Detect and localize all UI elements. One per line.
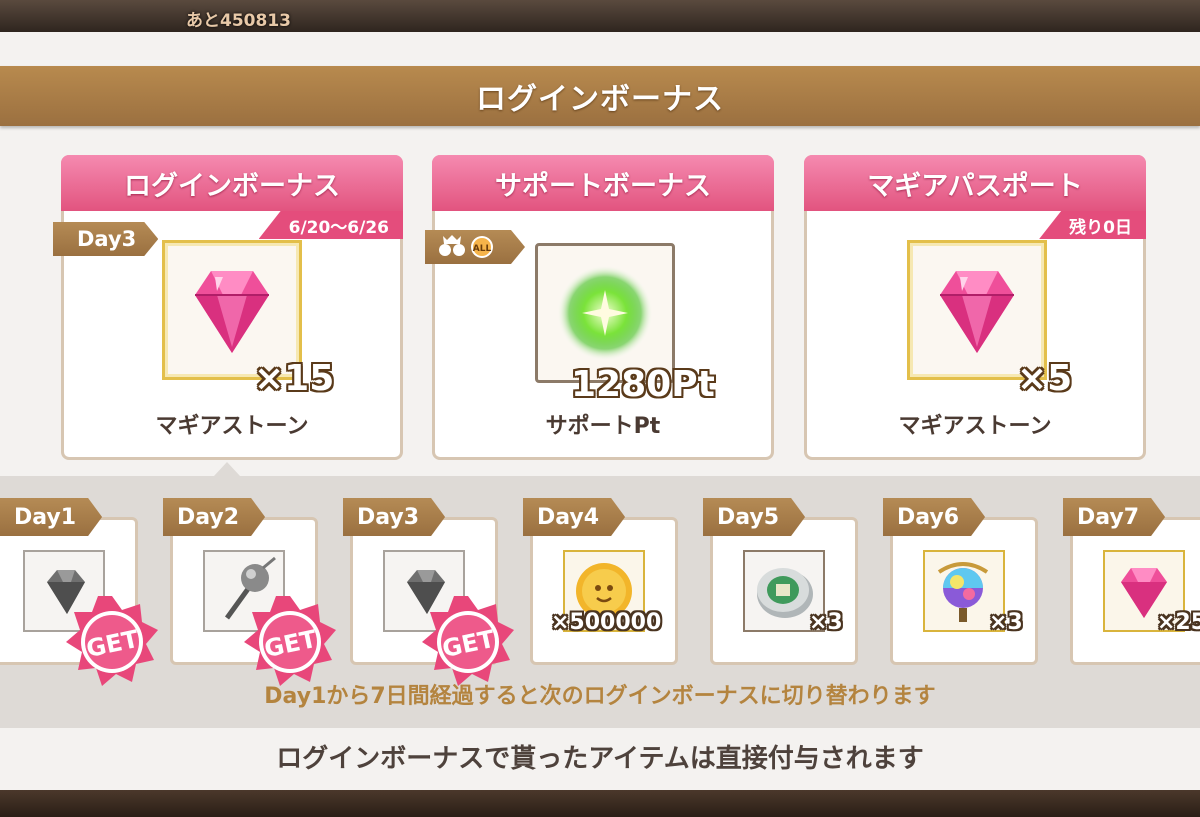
background-bottom: [0, 790, 1200, 817]
day-card-4[interactable]: ×500000: [530, 517, 678, 665]
day-quantity: ×3: [809, 610, 843, 635]
current-day-pointer: [214, 462, 240, 476]
card-header: ログインボーナス: [61, 155, 403, 211]
card-header: マギアパスポート: [804, 155, 1146, 211]
card-header-label: ログインボーナス: [124, 170, 340, 202]
magia-stone-icon: [940, 271, 1014, 353]
day-label-6: Day6: [883, 498, 985, 536]
day-quantity: ×500000: [551, 610, 662, 635]
title-bar: ログインボーナス: [0, 66, 1200, 126]
day-label-5: Day5: [703, 498, 805, 536]
login-bonus-card[interactable]: ログインボーナス 6/20〜6/26 ×15 マギアストーン: [61, 155, 403, 460]
direct-grant-notice: ログインボーナスで貰ったアイテムは直接付与されます: [276, 744, 924, 774]
background-top: あと450813: [0, 0, 1200, 34]
day-label-4: Day4: [523, 498, 625, 536]
day-quantity: ×25: [1157, 610, 1200, 635]
item-name: マギアストーン: [898, 414, 1052, 439]
reward-quantity: ×15: [254, 358, 335, 399]
card-header-label: マギアパスポート: [867, 170, 1083, 202]
get-stamp-icon: GET: [66, 596, 158, 686]
magia-passport-card[interactable]: マギアパスポート 残り0日 ×5 マギアストーン: [804, 155, 1146, 460]
reward-quantity: 1280Pt: [571, 364, 715, 405]
support-bonus-flag: ALL: [425, 230, 525, 264]
bonus-switch-notice: Day1から7日間経過すると次のログインボーナスに切り替わります: [264, 684, 936, 709]
page-title: ログインボーナス: [476, 82, 724, 117]
day-label-2: Day2: [163, 498, 265, 536]
day-label-3: Day3: [343, 498, 445, 536]
card-header-label: サポートボーナス: [495, 170, 711, 202]
all-badge-icon: ALL: [469, 234, 495, 260]
remaining-counter: あと450813: [186, 11, 291, 31]
period-tag: 6/20〜6/26: [258, 211, 403, 239]
day-card-6[interactable]: ×3: [890, 517, 1038, 665]
day-label-7: Day7: [1063, 498, 1165, 536]
card-header: サポートボーナス: [432, 155, 774, 211]
day-card-7[interactable]: ×25: [1070, 517, 1200, 665]
all-badge-text: ALL: [473, 244, 492, 254]
remaining-days-tag: 残り0日: [1039, 211, 1146, 239]
support-bonus-card[interactable]: サポートボーナス 1280Pt サポートPt: [432, 155, 774, 460]
crown-pair-icon: [435, 230, 469, 264]
item-name: サポートPt: [545, 414, 661, 439]
day-label-1: Day1: [0, 498, 102, 536]
item-frame: [535, 243, 675, 383]
item-name: マギアストーン: [155, 414, 309, 439]
support-pt-icon: [557, 265, 653, 361]
current-day-flag: Day3: [53, 222, 158, 256]
day-card-5[interactable]: ×3: [710, 517, 858, 665]
get-stamp-icon: GET: [244, 596, 336, 686]
reward-quantity: ×5: [1017, 358, 1073, 399]
day-quantity: ×3: [989, 610, 1023, 635]
get-stamp-icon: GET: [422, 596, 514, 686]
magia-stone-icon: [195, 271, 269, 353]
